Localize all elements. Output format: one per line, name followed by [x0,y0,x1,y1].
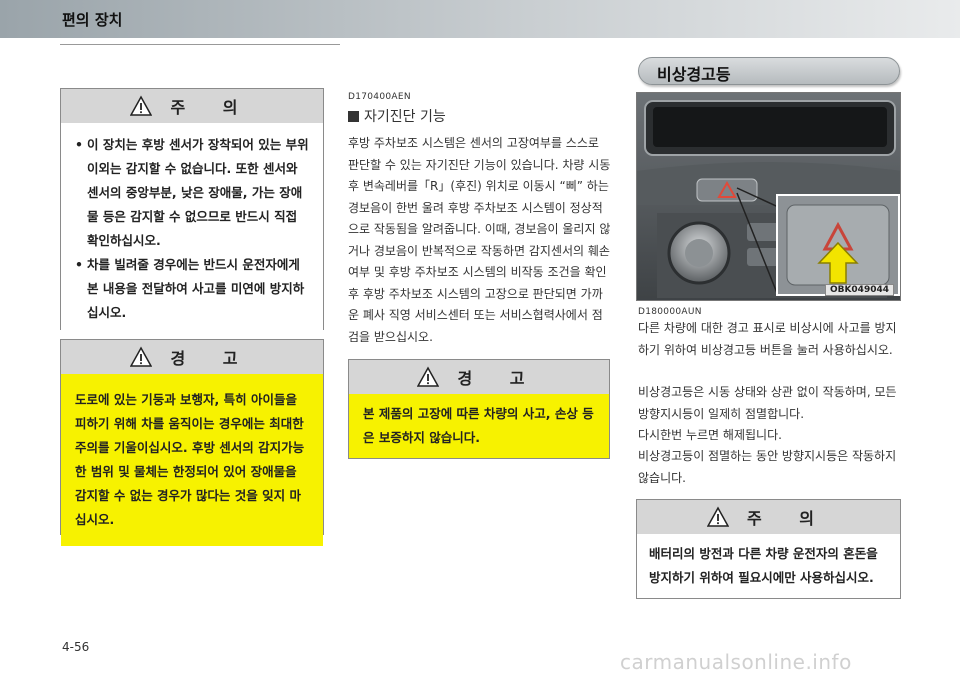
left-caution-box: 주 의 이 장치는 후방 센서가 장착되어 있는 부위 이외는 감지할 수 없습… [60,88,324,335]
caution-item: 차를 빌려줄 경우에는 반드시 운전자에게 본 내용을 전달하여 사고를 미연에… [73,253,311,325]
caution-body: 이 장치는 후방 센서가 장착되어 있는 부위 이외는 감지할 수 없습니다. … [61,123,323,335]
header-underline [60,44,340,45]
hazard-switch-photo: OBK049044 [636,92,901,301]
warning-body: 본 제품의 고장에 따른 차량의 사고, 손상 등은 보증하지 않습니다. [349,394,609,458]
warning-triangle-icon [417,366,440,387]
section-pill-label: 비상경고등 [657,65,731,84]
warning-header: 경 고 [61,340,323,374]
warning-header: 경 고 [349,360,609,394]
self-diagnosis-paragraph: 후방 주차보조 시스템은 센서의 고장여부를 스스로 판단할 수 있는 자기진단… [348,136,611,344]
hazard-para-2: 비상경고등은 시동 상태와 상관 없이 작동하며, 모든 방향지시등이 일제히 … [638,385,897,421]
header-bar: 편의 장치 [0,0,960,38]
caution-header: 주 의 [637,500,900,534]
warning-triangle-icon [130,346,153,367]
section-code: D180000AUN [638,307,702,317]
warning-body: 도로에 있는 기둥과 보행자, 특히 아이들을 피하기 위해 차를 움직이는 경… [61,374,323,546]
warning-heading: 경 고 [457,369,541,388]
page-number: 4-56 [62,640,90,654]
section-title: 자기진단 기능 [348,106,446,126]
hazard-para-1: 다른 차량에 대한 경고 표시로 비상시에 사고를 방지하기 위하여 비상경고등… [638,321,897,357]
caution-heading: 주 의 [746,509,830,528]
caution-heading: 주 의 [170,98,254,117]
right-caution-box: 주 의 배터리의 방전과 다른 차량 운전자의 혼돈을 방지하기 위하여 필요시… [636,499,901,599]
warning-triangle-icon [130,95,153,116]
square-bullet-icon [348,111,359,122]
warning-heading: 경 고 [170,349,254,368]
photo-code: OBK049044 [824,284,894,296]
section-code: D170400AEN [348,92,411,102]
caution-item: 이 장치는 후방 센서가 장착되어 있는 부위 이외는 감지할 수 없습니다. … [73,133,311,253]
section-title-text: 자기진단 기능 [364,109,446,125]
watermark: carmanualsonline.info [620,650,852,674]
caution-header: 주 의 [61,89,323,123]
page-section-title: 편의 장치 [62,11,123,29]
section-pill: 비상경고등 [638,57,900,85]
warning-triangle-icon [706,506,729,527]
middle-warning-box: 경 고 본 제품의 고장에 따른 차량의 사고, 손상 등은 보증하지 않습니다… [348,359,610,459]
hazard-para-3: 다시한번 누르면 해제됩니다. [638,428,782,442]
caution-body: 배터리의 방전과 다른 차량 운전자의 혼돈을 방지하기 위하여 필요시에만 사… [637,534,900,598]
hazard-para-4: 비상경고등이 점멸하는 동안 방향지시등은 작동하지 않습니다. [638,449,897,485]
left-warning-box: 경 고 도로에 있는 기둥과 보행자, 특히 아이들을 피하기 위해 차를 움직… [60,339,324,546]
dashboard-illustration [637,93,900,300]
